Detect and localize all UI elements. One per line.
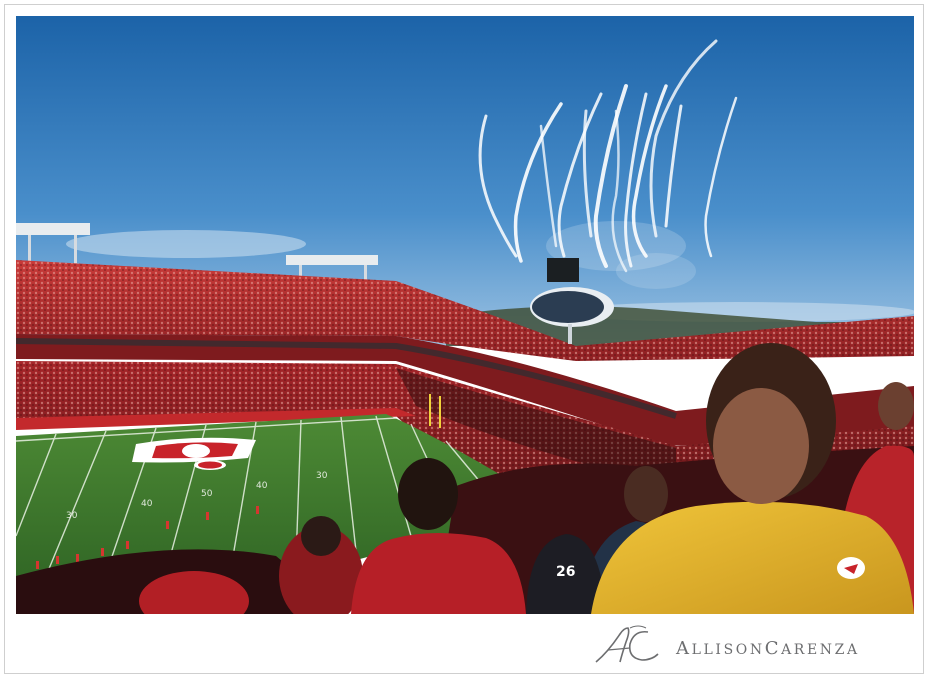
photographer-name: ALLISONCARENZA bbox=[676, 638, 860, 659]
monogram-logo bbox=[595, 625, 659, 663]
svg-text:40: 40 bbox=[256, 481, 268, 491]
stadium-photo: 30 40 50 40 30 26 bbox=[16, 16, 914, 614]
svg-text:40: 40 bbox=[141, 499, 153, 509]
svg-text:30: 30 bbox=[66, 511, 78, 521]
svg-text:50: 50 bbox=[201, 489, 213, 499]
svg-text:30: 30 bbox=[316, 471, 328, 481]
photographer-signature: ALLISONCARENZA bbox=[590, 622, 916, 668]
svg-text:26: 26 bbox=[556, 564, 575, 580]
